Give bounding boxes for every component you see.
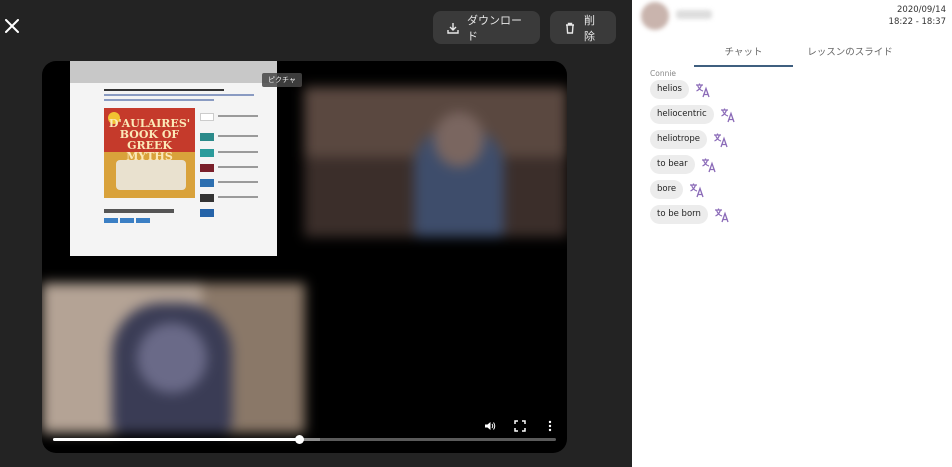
chat-message: to be born bbox=[650, 205, 730, 224]
book-cover-image: D'AULAIRES' BOOK OF GREEK MYTHS bbox=[104, 108, 195, 198]
teacher-name-redacted bbox=[676, 10, 712, 19]
lesson-date: 2020/09/14 bbox=[897, 5, 946, 15]
tab-lesson-slides[interactable]: レッスンのスライド bbox=[795, 44, 905, 58]
chat-message: heliotrope bbox=[650, 130, 729, 149]
shared-screen-thumbnail bbox=[200, 113, 214, 121]
lesson-datetime: 2020/09/14 18:22 - 18:37 bbox=[889, 4, 946, 28]
shared-screen-text-line bbox=[218, 196, 258, 198]
progress-scrubber-handle[interactable] bbox=[295, 435, 305, 444]
video-player[interactable]: D'AULAIRES' BOOK OF GREEK MYTHS ピクチャ bbox=[42, 61, 567, 453]
shared-screen-text-line bbox=[104, 89, 224, 91]
shared-screen-text-line bbox=[218, 151, 258, 153]
shared-screen-thumbnail bbox=[200, 149, 214, 157]
picture-in-picture-tooltip: ピクチャ bbox=[262, 73, 302, 87]
fullscreen-icon bbox=[514, 420, 526, 432]
shared-screen-thumbnail bbox=[200, 179, 214, 187]
close-button[interactable] bbox=[2, 16, 20, 36]
side-panel: 2020/09/14 18:22 - 18:37 チャット レッスンのスライド … bbox=[632, 0, 952, 467]
chat-message-text: to be born bbox=[650, 205, 708, 224]
shared-screen-thumbnail bbox=[200, 194, 214, 202]
download-button[interactable]: ダウンロード bbox=[433, 11, 540, 44]
student-camera-feed bbox=[42, 283, 305, 433]
teacher-camera-feed bbox=[304, 87, 567, 237]
shared-screen-text-line bbox=[104, 94, 254, 96]
chat-message-text: bore bbox=[650, 180, 684, 199]
download-label: ダウンロード bbox=[467, 13, 522, 43]
chat-message-text: to bear bbox=[650, 155, 695, 174]
download-icon bbox=[447, 22, 459, 34]
volume-button[interactable] bbox=[482, 418, 498, 434]
trash-icon bbox=[566, 22, 574, 34]
chat-message: helios bbox=[650, 80, 711, 99]
translate-icon[interactable] bbox=[714, 207, 730, 223]
close-icon bbox=[5, 19, 19, 33]
avatar bbox=[641, 2, 669, 30]
tab-chat[interactable]: チャット bbox=[694, 44, 793, 58]
translate-icon[interactable] bbox=[720, 107, 736, 123]
translate-icon[interactable] bbox=[701, 157, 717, 173]
shared-screen-text-line bbox=[104, 99, 214, 101]
video-viewer: ダウンロード 削除 D'AULAIRES' BOOK OF GREEK MYTH… bbox=[0, 0, 632, 467]
chat-sender-name: Connie bbox=[650, 69, 677, 78]
more-vert-icon bbox=[548, 420, 552, 432]
shared-screen-text-line bbox=[218, 181, 258, 183]
shared-screen-header bbox=[70, 61, 277, 83]
lesson-time: 18:22 - 18:37 bbox=[888, 17, 946, 27]
progress-played bbox=[53, 438, 300, 441]
active-tab-indicator bbox=[694, 65, 793, 67]
book-cover-title: D'AULAIRES' BOOK OF GREEK MYTHS bbox=[108, 117, 191, 163]
delete-label: 削除 bbox=[584, 13, 595, 43]
shared-screen-thumbnail bbox=[200, 209, 214, 217]
shared-screen-button bbox=[120, 218, 134, 223]
shared-screen-button bbox=[136, 218, 150, 223]
shared-screen-text-line bbox=[218, 166, 258, 168]
translate-icon[interactable] bbox=[689, 182, 705, 198]
shared-screen-text-line bbox=[218, 135, 258, 137]
fullscreen-button[interactable] bbox=[512, 418, 528, 434]
shared-screen-thumbnail bbox=[200, 164, 214, 172]
shared-screen-video: D'AULAIRES' BOOK OF GREEK MYTHS bbox=[70, 61, 277, 256]
shared-screen-thumbnail bbox=[200, 133, 214, 141]
chat-message: to bear bbox=[650, 155, 717, 174]
chat-message: heliocentric bbox=[650, 105, 736, 124]
translate-icon[interactable] bbox=[713, 132, 729, 148]
more-options-button[interactable] bbox=[542, 418, 558, 434]
chat-message-text: helios bbox=[650, 80, 689, 99]
shared-screen-button bbox=[104, 218, 118, 223]
shared-screen-text-line bbox=[218, 115, 258, 117]
translate-icon[interactable] bbox=[695, 82, 711, 98]
chat-message-text: heliocentric bbox=[650, 105, 714, 124]
delete-button[interactable]: 削除 bbox=[550, 11, 616, 44]
volume-icon bbox=[485, 422, 496, 430]
chariot-illustration bbox=[116, 160, 186, 190]
shared-screen-text-line bbox=[104, 209, 174, 213]
chat-message: bore bbox=[650, 180, 705, 199]
video-progress-bar[interactable] bbox=[53, 435, 556, 444]
chat-message-text: heliotrope bbox=[650, 130, 708, 149]
